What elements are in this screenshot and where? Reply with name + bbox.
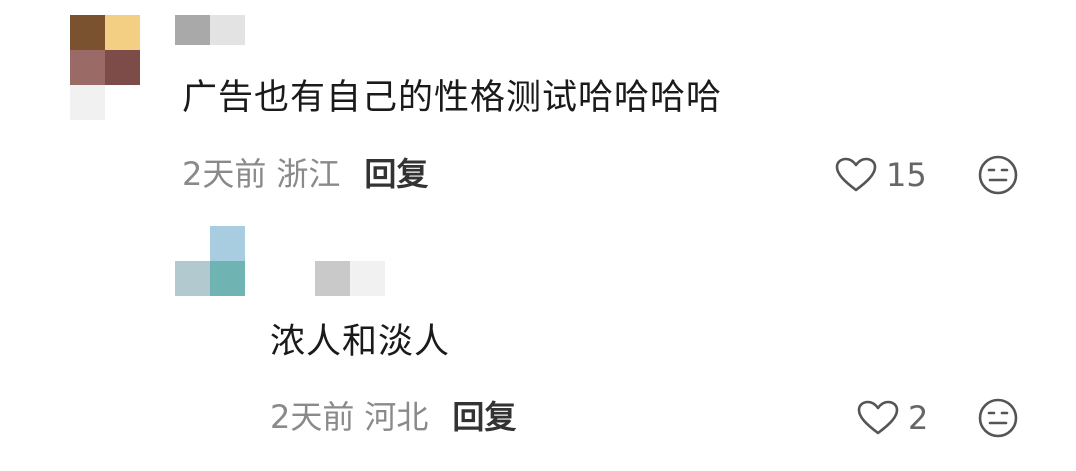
- reply-username-blurred[interactable]: [315, 261, 385, 296]
- avatar[interactable]: [70, 15, 140, 120]
- reply-comment-meta: 2天前 河北 回复: [270, 399, 516, 435]
- username-pixel: [210, 15, 245, 45]
- like-count: 15: [886, 156, 927, 194]
- avatar-pixel: [210, 226, 245, 261]
- avatar-pixel: [210, 261, 245, 296]
- avatar-pixel: [105, 15, 140, 50]
- comment-time: 2天前: [182, 155, 267, 193]
- like-count: 2: [908, 399, 929, 437]
- comment-text: 广告也有自己的性格测试哈哈哈哈: [182, 78, 723, 118]
- comment-meta: 2天前 浙江 回复: [182, 156, 428, 192]
- reply-comment-text: 浓人和淡人: [270, 322, 451, 362]
- username-pixel: [175, 15, 210, 45]
- reply-button[interactable]: 回复: [364, 155, 428, 193]
- username-blurred[interactable]: [175, 15, 245, 45]
- like-button[interactable]: 15: [834, 156, 927, 194]
- comment-location: 河北: [364, 398, 429, 436]
- avatar-pixel: [70, 85, 105, 120]
- meh-face-icon[interactable]: [977, 154, 1019, 196]
- reply-button[interactable]: 回复: [452, 398, 516, 436]
- heart-outline-icon: [834, 156, 878, 194]
- heart-outline-icon: [856, 399, 900, 437]
- username-pixel: [350, 261, 385, 296]
- comment-time: 2天前: [270, 398, 355, 436]
- reply-avatar[interactable]: [175, 226, 245, 296]
- like-button[interactable]: 2: [856, 399, 928, 437]
- avatar-pixel: [70, 50, 105, 85]
- avatar-pixel: [105, 50, 140, 85]
- username-pixel: [315, 261, 350, 296]
- comment-location: 浙江: [276, 155, 341, 193]
- meh-face-icon[interactable]: [977, 397, 1019, 439]
- avatar-pixel: [70, 15, 105, 50]
- avatar-pixel: [175, 261, 210, 296]
